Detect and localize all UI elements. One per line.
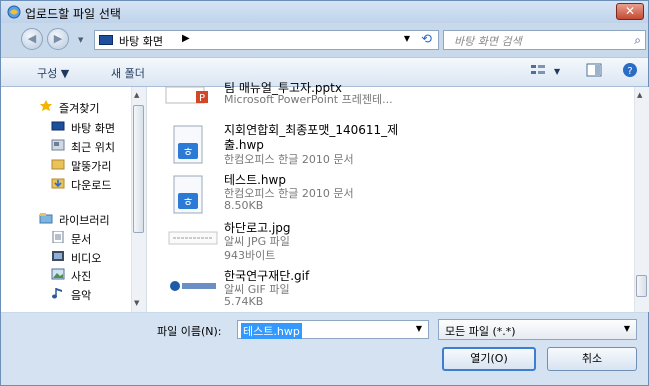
- desktop-icon: [99, 35, 113, 45]
- video-icon: [52, 251, 64, 261]
- address-bar[interactable]: 바탕 화면 ▶ ▼ ⟲: [94, 30, 439, 50]
- history-dropdown-icon[interactable]: ▼: [78, 36, 83, 44]
- search-icon[interactable]: ⌕: [634, 33, 641, 48]
- filetype-select[interactable]: 모든 파일 (*.*) ▼: [438, 319, 637, 340]
- image-thumbnail-icon: [170, 281, 216, 291]
- new-folder-button[interactable]: 새 폴더: [111, 65, 145, 81]
- breadcrumb-arrow-icon[interactable]: ▶: [182, 33, 190, 44]
- bottom-panel: 파일 이름(N): 테스트.hwp ▼ 모든 파일 (*.*) ▼ 열기(O) …: [1, 313, 648, 385]
- file-item-test-hwp[interactable]: ㅎ 테스트.hwp 한컴오피스 한글 2010 문서 8.50KB: [160, 171, 490, 221]
- recent-places-icon: [51, 139, 65, 151]
- filetype-dropdown-icon[interactable]: ▼: [624, 324, 630, 333]
- search-placeholder: 바탕 화면 검색: [454, 35, 522, 48]
- address-location[interactable]: 바탕 화면: [119, 33, 163, 49]
- sidebar-scrollbar[interactable]: ▲ ▼: [131, 87, 146, 312]
- svg-text:?: ?: [627, 66, 632, 77]
- refresh-icon[interactable]: ⟲: [421, 32, 432, 47]
- svg-text:ㅎ: ㅎ: [182, 195, 193, 209]
- window-title: 업로드할 파일 선택: [25, 7, 121, 21]
- file-list-scroll-thumb[interactable]: [636, 275, 647, 297]
- content-area: 즐겨찾기 바탕 화면 최근 위치 말뚱가리 다운로드 라이브러리 문서 비디오 …: [1, 81, 649, 313]
- back-button[interactable]: ◀: [21, 28, 43, 50]
- file-item-pptx[interactable]: P 팀 매뉴얼_투고자.pptx Microsoft PowerPoint 프레…: [160, 79, 490, 107]
- address-row: ◀ ▶ ▼ 바탕 화면 ▶ ▼ ⟲ 바탕 화면 검색 ⌕: [1, 25, 648, 55]
- sidebar-scroll-thumb[interactable]: [133, 105, 144, 233]
- view-options-icon[interactable]: [529, 62, 547, 78]
- file-item-gif[interactable]: 한국연구재단.gif 알씨 GIF 파일 5.74KB: [160, 267, 490, 313]
- library-icon: [39, 213, 53, 224]
- scroll-up-icon[interactable]: ▲: [637, 91, 642, 99]
- view-dropdown-icon[interactable]: ▼: [554, 67, 560, 76]
- cancel-button[interactable]: 취소: [547, 347, 637, 371]
- hwp-file-icon: ㅎ: [173, 175, 203, 214]
- hwp-file-icon: ㅎ: [173, 125, 203, 164]
- folder-icon: [51, 159, 65, 170]
- search-input[interactable]: 바탕 화면 검색 ⌕: [443, 30, 646, 50]
- svg-text:P: P: [199, 93, 205, 104]
- file-item-jpg[interactable]: 하단로고.jpg 알씨 JPG 파일 943바이트: [160, 219, 490, 267]
- file-open-dialog: 업로드할 파일 선택 ✕ ◀ ▶ ▼ 바탕 화면 ▶ ▼ ⟲ 바탕 화면 검색 …: [0, 0, 649, 386]
- image-thumbnail-icon: [168, 231, 218, 245]
- file-type: Microsoft PowerPoint 프레젠테...: [224, 93, 393, 106]
- filename-value[interactable]: 테스트.hwp: [241, 323, 302, 339]
- close-button[interactable]: ✕: [616, 3, 644, 20]
- browser-icon: [7, 5, 21, 19]
- filename-input[interactable]: 테스트.hwp ▼: [237, 320, 429, 339]
- address-dropdown-icon[interactable]: ▼: [404, 34, 410, 43]
- powerpoint-file-icon: P: [165, 86, 208, 104]
- scroll-up-icon[interactable]: ▲: [134, 91, 139, 99]
- star-icon: [40, 100, 52, 111]
- svg-text:ㅎ: ㅎ: [182, 145, 193, 159]
- documents-icon: [52, 231, 64, 243]
- filename-label: 파일 이름(N):: [157, 325, 222, 338]
- filetype-value: 모든 파일 (*.*): [445, 325, 516, 338]
- desktop-icon: [51, 121, 65, 131]
- title-bar: 업로드할 파일 선택 ✕: [1, 1, 648, 23]
- help-icon[interactable]: ?: [621, 62, 639, 78]
- navigation-pane: 즐겨찾기 바탕 화면 최근 위치 말뚱가리 다운로드 라이브러리 문서 비디오 …: [1, 87, 147, 312]
- pictures-icon: [51, 268, 65, 280]
- filename-dropdown-icon[interactable]: ▼: [416, 324, 422, 333]
- music-icon: [52, 288, 62, 299]
- downloads-icon: [51, 178, 65, 189]
- file-item-hwp[interactable]: ㅎ 지회연합회_최종포맷_140611_제 출.hwp 한컴오피스 한글 201…: [160, 121, 490, 173]
- preview-pane-icon[interactable]: [585, 62, 603, 78]
- organize-button[interactable]: 구성 ▼: [37, 65, 69, 81]
- file-list-scrollbar[interactable]: ▲: [634, 87, 649, 312]
- file-size: 8.50KB: [224, 199, 264, 212]
- file-type: 한컴오피스 한글 2010 문서: [224, 153, 354, 166]
- forward-button[interactable]: ▶: [47, 28, 69, 50]
- file-size: 943바이트: [224, 249, 276, 262]
- file-list: P 팀 매뉴얼_투고자.pptx Microsoft PowerPoint 프레…: [148, 81, 649, 313]
- file-size: 5.74KB: [224, 295, 264, 308]
- scroll-down-icon[interactable]: ▼: [134, 299, 139, 307]
- open-button[interactable]: 열기(O): [442, 347, 536, 371]
